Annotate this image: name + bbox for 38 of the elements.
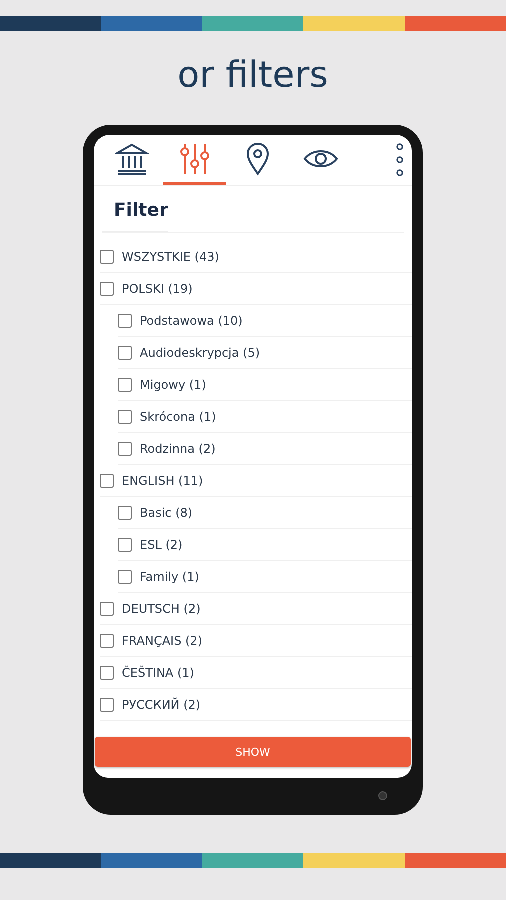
checkbox[interactable]: [118, 538, 132, 552]
checkbox[interactable]: [118, 410, 132, 424]
filter-label: РУССКИЙ (2): [122, 698, 201, 712]
checkbox[interactable]: [100, 698, 114, 712]
filter-label: Basic (8): [140, 506, 193, 520]
more-icon[interactable]: [396, 143, 404, 177]
checkbox[interactable]: [100, 474, 114, 488]
checkbox[interactable]: [118, 378, 132, 392]
camera-icon: [378, 791, 388, 801]
checkbox[interactable]: [118, 442, 132, 456]
checkbox[interactable]: [100, 282, 114, 296]
screen-title: Filter: [102, 186, 168, 232]
filter-label: Family (1): [140, 570, 200, 584]
checkbox[interactable]: [100, 250, 114, 264]
sliders-icon: [178, 142, 212, 176]
filter-label: WSZYSTKIE (43): [122, 250, 220, 264]
museum-icon: [114, 142, 148, 176]
filter-label: Rodzinna (2): [140, 442, 216, 456]
checkbox[interactable]: [118, 506, 132, 520]
filter-label: ČEŠTINA (1): [122, 666, 194, 680]
filter-label: Skrócona (1): [140, 410, 216, 424]
headline: or filters: [178, 55, 328, 96]
checkbox[interactable]: [100, 634, 114, 648]
filter-label: POLSKI (19): [122, 282, 193, 296]
show-button[interactable]: SHOW: [95, 737, 411, 767]
filter-label: FRANÇAIS (2): [122, 634, 202, 648]
filter-label: Migowy (1): [140, 378, 206, 392]
filter-label: ESL (2): [140, 538, 183, 552]
checkbox[interactable]: [118, 570, 132, 584]
filter-label: Podstawowa (10): [140, 314, 243, 328]
location-pin-icon: [244, 142, 270, 176]
checkbox[interactable]: [100, 602, 114, 616]
checkbox[interactable]: [100, 666, 114, 680]
checkbox[interactable]: [118, 346, 132, 360]
filter-label: Audiodeskrypcja (5): [140, 346, 260, 360]
filter-label: ENGLISH (11): [122, 474, 204, 488]
filter-label: DEUTSCH (2): [122, 602, 201, 616]
checkbox[interactable]: [118, 314, 132, 328]
